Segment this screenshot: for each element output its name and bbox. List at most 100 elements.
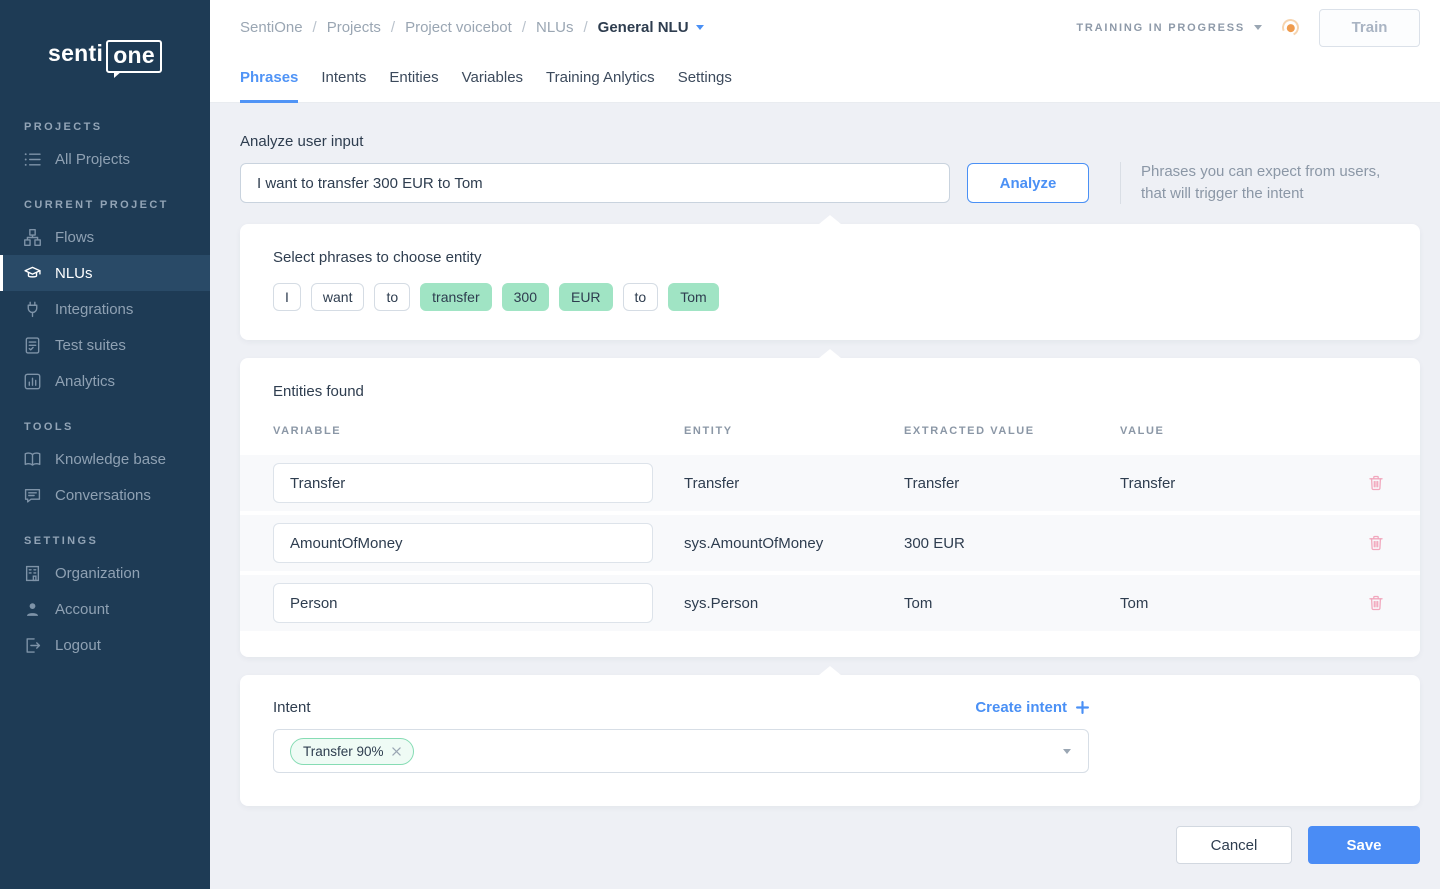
chevron-down-icon	[1063, 749, 1071, 754]
section-label-settings: SETTINGS	[24, 535, 186, 547]
topbar: SentiOne Projects Project voicebot NLUs …	[210, 0, 1440, 55]
intent-title: Intent	[273, 699, 311, 716]
sidebar-item-test-suites[interactable]: Test suites	[0, 327, 210, 363]
variable-name-input[interactable]	[273, 583, 653, 623]
select-phrases-title: Select phrases to choose entity	[273, 249, 1387, 266]
checklist-icon	[24, 337, 41, 354]
tab-bar: Phrases Intents Entities Variables Train…	[210, 55, 1440, 103]
tab-phrases[interactable]: Phrases	[240, 55, 298, 103]
sidebar: sentione PROJECTS All Projects CURRENT P…	[0, 0, 210, 889]
delete-entity-button[interactable]	[1365, 592, 1387, 614]
column-header-entity: ENTITY	[684, 425, 904, 437]
breadcrumb-project-voicebot[interactable]: Project voicebot	[405, 19, 536, 36]
logo-speech-bubble: one	[106, 40, 162, 73]
train-button[interactable]: Train	[1319, 9, 1420, 47]
sidebar-item-analytics[interactable]: Analytics	[0, 363, 210, 399]
plus-icon	[1076, 701, 1089, 714]
save-button[interactable]: Save	[1308, 826, 1420, 864]
phrase-token[interactable]: I	[273, 283, 301, 311]
section-label-projects: PROJECTS	[24, 121, 186, 133]
sidebar-item-label: Flows	[55, 229, 94, 246]
content-area: Analyze user input Analyze Phrases you c…	[210, 103, 1440, 889]
create-intent-link[interactable]: Create intent	[975, 699, 1089, 716]
chevron-down-icon	[696, 25, 704, 30]
breadcrumb-current-nlu[interactable]: General NLU	[598, 19, 704, 36]
graduation-cap-icon	[24, 265, 41, 282]
variable-name-input[interactable]	[273, 523, 653, 563]
column-header-value: VALUE	[1120, 425, 1340, 437]
training-status-dropdown[interactable]: TRAINING IN PROGRESS	[1076, 22, 1262, 34]
phrase-token[interactable]: to	[374, 283, 410, 311]
sidebar-item-label: All Projects	[55, 151, 130, 168]
sidebar-item-integrations[interactable]: Integrations	[0, 291, 210, 327]
create-intent-label: Create intent	[975, 699, 1067, 716]
value-cell: Tom	[1120, 595, 1340, 612]
sidebar-item-flows[interactable]: Flows	[0, 219, 210, 255]
sidebar-item-all-projects[interactable]: All Projects	[0, 141, 210, 177]
entities-found-title: Entities found	[240, 383, 1420, 400]
remove-intent-button[interactable]	[392, 747, 401, 756]
variable-name-input[interactable]	[273, 463, 653, 503]
phrase-token[interactable]: want	[311, 283, 365, 311]
breadcrumb: SentiOne Projects Project voicebot NLUs …	[240, 19, 704, 36]
tab-settings[interactable]: Settings	[678, 55, 732, 103]
trash-icon	[1367, 534, 1385, 552]
phrase-token-selected[interactable]: transfer	[420, 283, 491, 311]
analyze-input-label: Analyze user input	[240, 133, 1420, 150]
divider	[1120, 162, 1121, 204]
intent-header: Intent Create intent	[273, 699, 1089, 716]
entity-cell: sys.AmountOfMoney	[684, 535, 904, 552]
breadcrumb-projects[interactable]: Projects	[327, 19, 405, 36]
sidebar-item-organization[interactable]: Organization	[0, 555, 210, 591]
extracted-value-cell: Transfer	[904, 475, 1120, 492]
entity-cell: Transfer	[684, 475, 904, 492]
tab-entities[interactable]: Entities	[389, 55, 438, 103]
sidebar-item-nlus[interactable]: NLUs	[0, 255, 210, 291]
delete-entity-button[interactable]	[1365, 532, 1387, 554]
sidebar-item-label: Account	[55, 601, 109, 618]
sidebar-item-knowledge-base[interactable]: Knowledge base	[0, 441, 210, 477]
entities-table-header: VARIABLE ENTITY EXTRACTED VALUE VALUE	[240, 425, 1420, 437]
topbar-right: TRAINING IN PROGRESS Train	[1076, 9, 1420, 47]
breadcrumb-sentione[interactable]: SentiOne	[240, 19, 327, 36]
training-spinner-icon	[1280, 17, 1302, 39]
tab-intents[interactable]: Intents	[321, 55, 366, 103]
sidebar-item-logout[interactable]: Logout	[0, 627, 210, 663]
column-header-variable: VARIABLE	[273, 425, 684, 437]
analyze-user-input[interactable]	[240, 163, 950, 203]
analyze-row: Analyze Phrases you can expect from user…	[240, 161, 1420, 205]
phrase-token-selected[interactable]: EUR	[559, 283, 613, 311]
sidebar-item-label: Knowledge base	[55, 451, 166, 468]
table-row: Transfer Transfer Transfer	[240, 455, 1420, 511]
delete-entity-button[interactable]	[1365, 472, 1387, 494]
sidebar-item-account[interactable]: Account	[0, 591, 210, 627]
current-nlu-name: General NLU	[598, 19, 689, 36]
table-row: sys.Person Tom Tom	[240, 575, 1420, 631]
logo-text-senti: senti	[48, 40, 103, 67]
section-label-tools: TOOLS	[24, 421, 186, 433]
analyze-hint-text: Phrases you can expect from users, that …	[1141, 161, 1380, 205]
sidebar-item-label: NLUs	[55, 265, 93, 282]
tab-variables[interactable]: Variables	[462, 55, 523, 103]
main-panel: SentiOne Projects Project voicebot NLUs …	[210, 0, 1440, 889]
footer-actions: Cancel Save	[240, 826, 1420, 885]
sidebar-item-conversations[interactable]: Conversations	[0, 477, 210, 513]
chat-icon	[24, 487, 41, 504]
table-row: sys.AmountOfMoney 300 EUR	[240, 515, 1420, 571]
building-icon	[24, 565, 41, 582]
trash-icon	[1367, 594, 1385, 612]
training-status-label: TRAINING IN PROGRESS	[1076, 22, 1245, 34]
extracted-value-cell: Tom	[904, 595, 1120, 612]
select-phrases-card: Select phrases to choose entity I want t…	[240, 224, 1420, 340]
sidebar-item-label: Analytics	[55, 373, 115, 390]
sidebar-item-label: Organization	[55, 565, 140, 582]
phrase-token-selected[interactable]: 300	[502, 283, 549, 311]
breadcrumb-nlus[interactable]: NLUs	[536, 19, 598, 36]
intent-select[interactable]: Transfer 90%	[273, 729, 1089, 773]
phrase-token-selected[interactable]: Tom	[668, 283, 718, 311]
tab-training-analytics[interactable]: Training Anlytics	[546, 55, 655, 103]
phrase-token[interactable]: to	[623, 283, 659, 311]
cancel-button[interactable]: Cancel	[1176, 826, 1292, 864]
bar-chart-icon	[24, 373, 41, 390]
analyze-button[interactable]: Analyze	[967, 163, 1089, 203]
